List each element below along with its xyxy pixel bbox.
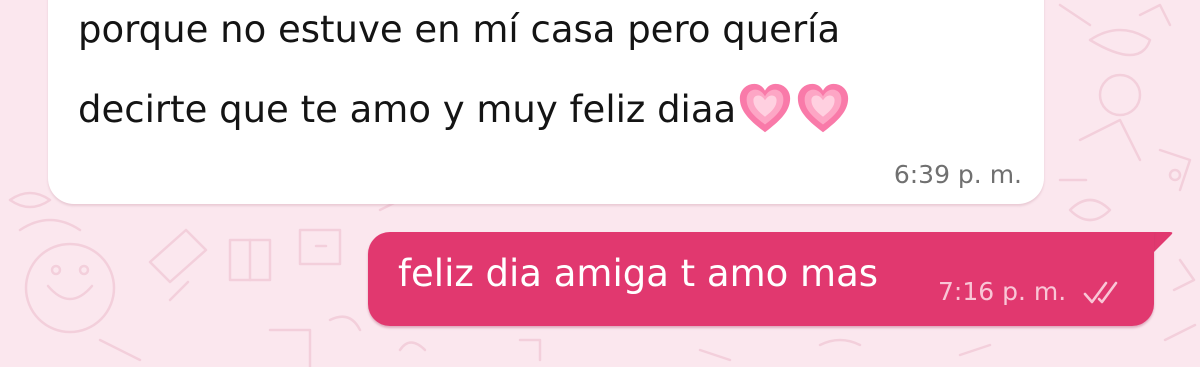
double-check-icon	[1083, 281, 1118, 304]
pink-heart-emoji-icon	[798, 83, 849, 133]
outgoing-message-bubble[interactable]: feliz dia amiga t amo mas 7:16 p. m.	[368, 232, 1154, 326]
outgoing-message-text: feliz dia amiga t amo mas	[398, 252, 879, 295]
incoming-message-bubble[interactable]: porque no estuve en mí casa pero quería …	[48, 0, 1044, 204]
incoming-message-timestamp: 6:39 p. m.	[893, 160, 1022, 189]
incoming-message-line-2-text: decirte que te amo y muy feliz diaa	[78, 88, 737, 131]
outgoing-bubble-tail	[1152, 232, 1173, 254]
outgoing-message-timestamp: 7:16 p. m.	[938, 277, 1067, 306]
pink-heart-emoji-icon	[740, 83, 791, 133]
incoming-message-line-1: porque no estuve en mí casa pero quería	[78, 8, 841, 51]
incoming-message-line-2: decirte que te amo y muy feliz diaa	[78, 80, 852, 138]
